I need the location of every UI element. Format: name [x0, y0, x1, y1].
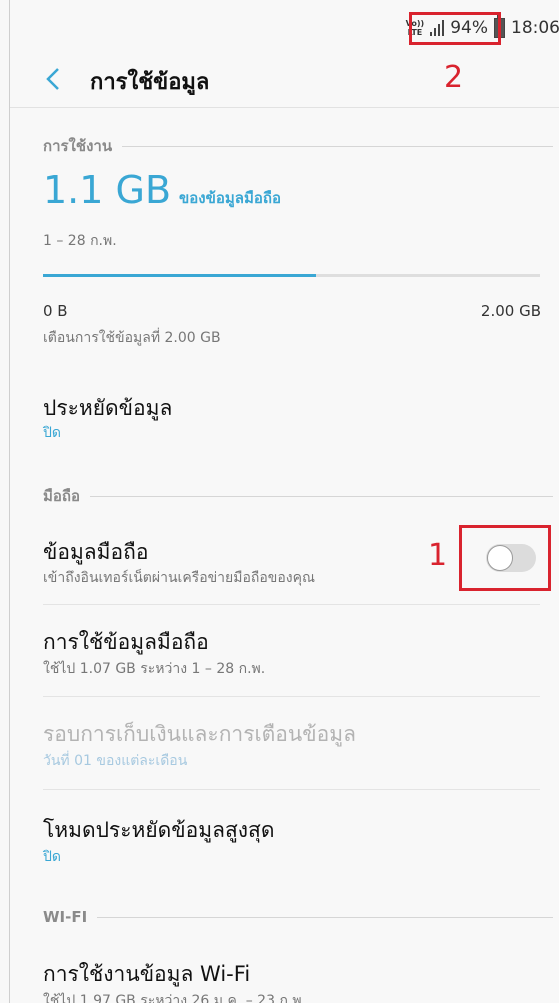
usage-summary: 1.1 GB ของข้อมูลมือถือ — [43, 168, 281, 212]
usage-amount-label: ของข้อมูลมือถือ — [179, 189, 281, 207]
section-label-mobile-text: มือถือ — [43, 487, 80, 505]
data-saver-status: ปิด — [43, 425, 61, 441]
mobile-data-title: ข้อมูลมือถือ — [43, 540, 149, 564]
section-label-wifi-text: WI-FI — [43, 908, 88, 926]
usage-progress-bar — [43, 274, 540, 277]
annotation-label-1: 1 — [428, 538, 448, 573]
data-saver-title: ประหยัดข้อมูล — [43, 396, 173, 420]
annotation-box-2 — [409, 12, 501, 45]
usage-period: 1 – 28 ก.พ. — [43, 233, 117, 249]
data-saver-item[interactable]: ประหยัดข้อมูล ปิด — [10, 380, 559, 450]
back-button[interactable] — [38, 64, 68, 94]
wifi-usage-subtitle: ใช้ไป 1.97 GB ระหว่าง 26 ม.ค. – 23 ก.พ. — [43, 993, 307, 1003]
page-title: การใช้ข้อมูล — [90, 70, 210, 95]
section-label-usage-text: การใช้งาน — [43, 137, 113, 155]
billing-cycle-subtitle: วันที่ 01 ของแต่ละเดือน — [43, 753, 188, 769]
app-bar: การใช้ข้อมูล — [10, 52, 559, 108]
ultra-saving-title: โหมดประหยัดข้อมูลสูงสุด — [43, 818, 275, 842]
divider — [43, 604, 540, 605]
billing-cycle-item[interactable]: รอบการเก็บเงินและการเตือนข้อมูล วันที่ 0… — [10, 704, 559, 784]
divider — [43, 696, 540, 697]
usage-warning-text: เตือนการใช้ข้อมูลที่ 2.00 GB — [43, 330, 221, 346]
scale-min: 0 B — [43, 302, 68, 320]
ultra-saving-item[interactable]: โหมดประหยัดข้อมูลสูงสุด ปิด — [10, 800, 559, 880]
chevron-left-icon — [46, 68, 59, 90]
annotation-box-1 — [459, 525, 551, 591]
mobile-usage-title: การใช้ข้อมูลมือถือ — [43, 630, 209, 654]
divider — [43, 789, 540, 790]
usage-progress-fill — [43, 274, 317, 277]
wifi-usage-item[interactable]: การใช้งานข้อมูล Wi-Fi ใช้ไป 1.97 GB ระหว… — [10, 946, 559, 1003]
mobile-data-subtitle: เข้าถึงอินเทอร์เน็ตผ่านเครือข่ายมือถือขอ… — [43, 570, 315, 586]
screen: Vo)) LTE 94% 18:06 2 การใช้ข้อมูล การใช้… — [9, 0, 559, 1003]
section-label-wifi: WI-FI — [43, 908, 553, 926]
clock: 18:06 — [511, 18, 559, 38]
section-label-mobile: มือถือ — [43, 484, 553, 508]
billing-cycle-title: รอบการเก็บเงินและการเตือนข้อมูล — [43, 722, 356, 746]
scale-max: 2.00 GB — [480, 302, 541, 320]
wifi-usage-title: การใช้งานข้อมูล Wi-Fi — [43, 962, 251, 986]
ultra-saving-status: ปิด — [43, 849, 61, 865]
usage-amount: 1.1 GB — [43, 168, 172, 212]
mobile-usage-item[interactable]: การใช้ข้อมูลมือถือ ใช้ไป 1.07 GB ระหว่าง… — [10, 612, 559, 692]
mobile-usage-subtitle: ใช้ไป 1.07 GB ระหว่าง 1 – 28 ก.พ. — [43, 661, 266, 677]
section-label-usage: การใช้งาน — [43, 134, 553, 158]
